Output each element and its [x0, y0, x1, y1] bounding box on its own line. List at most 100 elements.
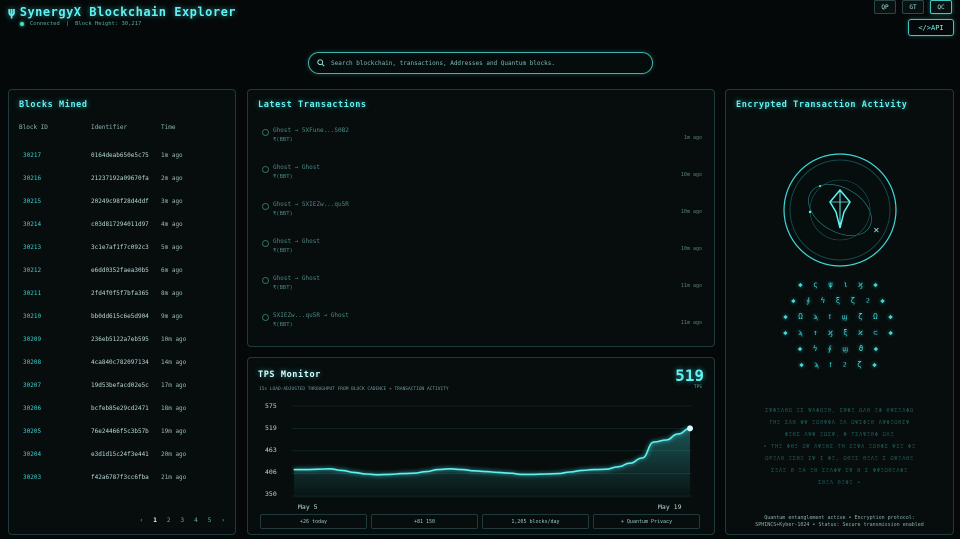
block-id[interactable]: 30213 [23, 244, 41, 251]
block-id[interactable]: 30208 [23, 359, 41, 366]
block-hash[interactable]: bcfeb85e29cd2471 [91, 405, 149, 412]
page-next[interactable]: › [221, 517, 225, 524]
block-id[interactable]: 30207 [23, 382, 41, 389]
api-button[interactable]: </>API [908, 19, 954, 36]
table-row[interactable]: 30205 76e24466f5c3b57b 19m ago [9, 420, 235, 443]
block-hash[interactable]: 21237192a09670fa [91, 175, 149, 182]
toggle-qc[interactable]: QC [930, 0, 952, 14]
list-item[interactable]: Ghost → Ghost ₹(BBT) 10m ago [262, 164, 702, 194]
block-id[interactable]: 30205 [23, 428, 41, 435]
table-row[interactable]: 30206 bcfeb85e29cd2471 18m ago [9, 397, 235, 420]
search-input[interactable] [331, 59, 651, 67]
tx-amount: ₹(BBT) [273, 285, 293, 291]
tx-amount: ₹(BBT) [273, 322, 293, 328]
page-2[interactable]: 2 [167, 517, 171, 524]
stat-today: +26 today [260, 514, 367, 529]
tx-route[interactable]: Ghost → 5XFune...S0B2 [273, 127, 349, 134]
block-hash[interactable]: 3c1e7af1f7c092c3 [91, 244, 149, 251]
table-row[interactable]: 30208 4ca840c782097134 14m ago [9, 351, 235, 374]
transactions-panel: Latest Transactions Ghost → 5XFune...S0B… [247, 89, 715, 347]
table-row[interactable]: 30211 2fd4f0f5f7bfa365 8m ago [9, 282, 235, 305]
list-item[interactable]: 5XIEZw...qu5R → Ghost ₹(BBT) 11m ago [262, 312, 702, 342]
tps-point [389, 473, 391, 476]
search-bar[interactable] [308, 52, 653, 74]
page-1[interactable]: 1 [153, 517, 157, 524]
list-item[interactable]: Ghost → 5XFune...S0B2 ₹(BBT) 1m ago [262, 127, 702, 157]
block-hash[interactable]: bb0dd615c6e5d904 [91, 313, 149, 320]
list-item[interactable]: Ghost → 5XIEZw...qu5R ₹(BBT) 10m ago [262, 201, 702, 231]
block-time: 19m ago [161, 428, 187, 435]
block-hash[interactable]: 4ca840c782097134 [91, 359, 149, 366]
page-4[interactable]: 4 [194, 517, 198, 524]
block-id[interactable]: 30215 [23, 198, 41, 205]
table-row[interactable]: 30215 20249c98f28d4ddf 3m ago [9, 190, 235, 213]
table-row[interactable]: 30209 236eb5122a7eb595 10m ago [9, 328, 235, 351]
glyph-row: ◆ ς ψ ι ϗ ◆ [798, 280, 881, 289]
tps-point [665, 439, 667, 441]
block-hash[interactable]: e3d1d15c24f3e441 [91, 451, 149, 458]
block-hash[interactable]: 19d53befacd02e5c [91, 382, 149, 389]
col-time: Time [161, 124, 176, 131]
block-hash[interactable]: f42a6787f3cc6fba [91, 474, 149, 481]
table-row[interactable]: 30212 e6dd0352faea30b5 6m ago [9, 259, 235, 282]
y-tick-label: 350 [265, 490, 277, 498]
block-id[interactable]: 30206 [23, 405, 41, 412]
block-id[interactable]: 30211 [23, 290, 41, 297]
footer-status: SPHINCS+Kyber-1024 • Status: Secure tran… [755, 522, 924, 528]
block-hash[interactable]: c03d817294011d97 [91, 221, 149, 228]
block-id[interactable]: 30214 [23, 221, 41, 228]
toggle-qp[interactable]: QP [874, 0, 896, 14]
block-hash[interactable]: 20249c98f28d4ddf [91, 198, 149, 205]
list-item[interactable]: Ghost → Ghost ₹(BBT) 11m ago [262, 275, 702, 305]
tps-unit: TPS [693, 385, 702, 390]
block-time: 21m ago [161, 474, 187, 481]
footer-protocol: Quantum entanglement active • Encryption… [764, 515, 915, 521]
block-id[interactable]: 30212 [23, 267, 41, 274]
tx-route[interactable]: Ghost → Ghost [273, 238, 320, 245]
block-hash[interactable]: 76e24466f5c3b57b [91, 428, 149, 435]
block-hash[interactable]: 2fd4f0f5f7bfa365 [91, 290, 149, 297]
tps-point [329, 468, 331, 470]
tps-point[interactable] [687, 425, 693, 432]
tps-point [617, 466, 619, 468]
page-prev[interactable]: ‹ [140, 517, 144, 524]
tps-point [629, 462, 631, 464]
table-row[interactable]: 30217 0164deab650e5c75 1m ago [9, 144, 235, 167]
toggle-gt[interactable]: GT [902, 0, 924, 14]
glyph-row: ◆ Ω ϡ ϯ ϣ ζ Ω ◆ [783, 312, 896, 321]
stat-150: +81 150 [371, 514, 478, 529]
block-id[interactable]: 30209 [23, 336, 41, 343]
pagination: ‹ 1 2 3 4 5 › [140, 517, 225, 524]
table-row[interactable]: 30207 19d53befacd02e5c 17m ago [9, 374, 235, 397]
tx-route[interactable]: Ghost → Ghost [273, 275, 320, 282]
block-hash[interactable]: 0164deab650e5c75 [91, 152, 149, 159]
encrypted-panel: Encrypted Transaction Activity ✕ ◆ ς ψ ι… [725, 89, 954, 535]
block-id[interactable]: 30204 [23, 451, 41, 458]
table-row[interactable]: 30216 21237192a09670fa 2m ago [9, 167, 235, 190]
ciphertext-row: ΤΗΞ ΣΛΘ ΦΨ ΞΩΘΨΦΛ ΞΛ ΩΨΣΦΞΘ ΛΨΦΞΩΘΣΨ [769, 420, 910, 426]
tps-point [461, 468, 463, 471]
block-id[interactable]: 30203 [23, 474, 41, 481]
block-id[interactable]: 30210 [23, 313, 41, 320]
tps-point [293, 468, 295, 471]
table-row[interactable]: 30214 c03d817294011d97 4m ago [9, 213, 235, 236]
table-row[interactable]: 30213 3c1e7af1f7c092c3 5m ago [9, 236, 235, 259]
table-row[interactable]: 30204 e3d1d15c24f3e441 20m ago [9, 443, 235, 466]
block-hash[interactable]: e6dd0352faea30b5 [91, 267, 149, 274]
tx-route[interactable]: Ghost → 5XIEZw...qu5R [273, 201, 349, 208]
block-id[interactable]: 30217 [23, 152, 41, 159]
tx-route[interactable]: Ghost → Ghost [273, 164, 320, 171]
tx-status-icon [262, 129, 269, 136]
list-item[interactable]: Ghost → Ghost ₹(BBT) 10m ago [262, 238, 702, 268]
table-row[interactable]: 30210 bb0dd615c6e5d904 9m ago [9, 305, 235, 328]
block-id[interactable]: 30216 [23, 175, 41, 182]
tps-point [581, 469, 583, 472]
blocks-panel: Blocks Mined Block ID Identifier Time 30… [8, 89, 236, 535]
block-time: 9m ago [161, 313, 183, 320]
page-3[interactable]: 3 [181, 517, 185, 524]
table-row[interactable]: 30203 f42a6787f3cc6fba 21m ago [9, 466, 235, 489]
block-hash[interactable]: 236eb5122a7eb595 [91, 336, 149, 343]
y-tick-label: 575 [265, 402, 277, 410]
tx-route[interactable]: 5XIEZw...qu5R → Ghost [273, 312, 349, 319]
page-5[interactable]: 5 [208, 517, 212, 524]
